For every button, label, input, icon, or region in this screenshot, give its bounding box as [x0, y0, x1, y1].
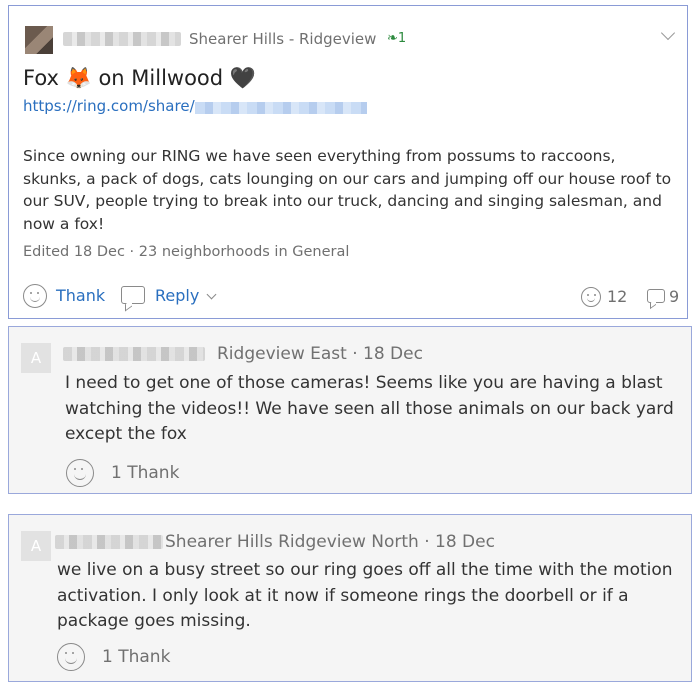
leaf-icon: ❧ — [387, 31, 398, 46]
commenter-name-redacted[interactable] — [63, 347, 205, 361]
thank-button[interactable]: Thank — [56, 286, 105, 305]
comment-thanks[interactable]: 1 Thank — [102, 647, 170, 667]
post-title: Fox 🦊 on Millwood 🖤 — [23, 66, 256, 90]
comment-avatar[interactable]: A — [21, 531, 51, 561]
comment-body: I need to get one of those cameras! Seem… — [65, 373, 674, 444]
comment-avatar[interactable]: A — [21, 343, 51, 373]
smiley-icon[interactable] — [57, 643, 85, 671]
thanks-count[interactable]: 12 — [607, 287, 627, 306]
post-card: Shearer Hills - Ridgeview ❧1 Fox 🦊 on Mi… — [8, 5, 688, 319]
smiley-icon[interactable] — [23, 284, 47, 308]
speech-bubble-icon[interactable] — [121, 286, 145, 304]
comment-card: A Ridgeview East · 18 Dec I need to get … — [8, 326, 692, 494]
speech-bubble-icon[interactable] — [647, 289, 665, 303]
post-neighborhood[interactable]: Shearer Hills - Ridgeview — [189, 30, 376, 48]
commenter-name-redacted[interactable] — [55, 535, 163, 549]
author-name-redacted[interactable] — [63, 32, 181, 46]
thank-badge-count: 1 — [397, 31, 407, 46]
comment-body: we live on a busy street so our ring goe… — [57, 560, 673, 631]
post-link-redacted[interactable] — [195, 102, 367, 114]
smiley-icon[interactable] — [581, 287, 601, 307]
comment-meta: Ridgeview East · 18 Dec — [217, 344, 423, 364]
author-avatar[interactable] — [25, 26, 53, 54]
reply-button[interactable]: Reply — [155, 286, 199, 305]
thank-badge: ❧1 — [387, 31, 406, 46]
smiley-icon[interactable] — [66, 459, 94, 487]
replies-count[interactable]: 9 — [669, 287, 679, 306]
comment-meta: Shearer Hills Ridgeview North · 18 Dec — [165, 532, 495, 552]
comment-thanks[interactable]: 1 Thank — [111, 463, 179, 483]
post-link[interactable]: https://ring.com/share/ — [23, 97, 195, 115]
chevron-down-icon[interactable] — [660, 25, 676, 41]
comment-card: A Shearer Hills Ridgeview North · 18 Dec… — [8, 514, 692, 682]
post-meta: Edited 18 Dec · 23 neighborhoods in Gene… — [23, 244, 350, 260]
chevron-down-icon[interactable] — [206, 289, 217, 300]
post-body: Since owning our RING we have seen every… — [23, 147, 672, 233]
